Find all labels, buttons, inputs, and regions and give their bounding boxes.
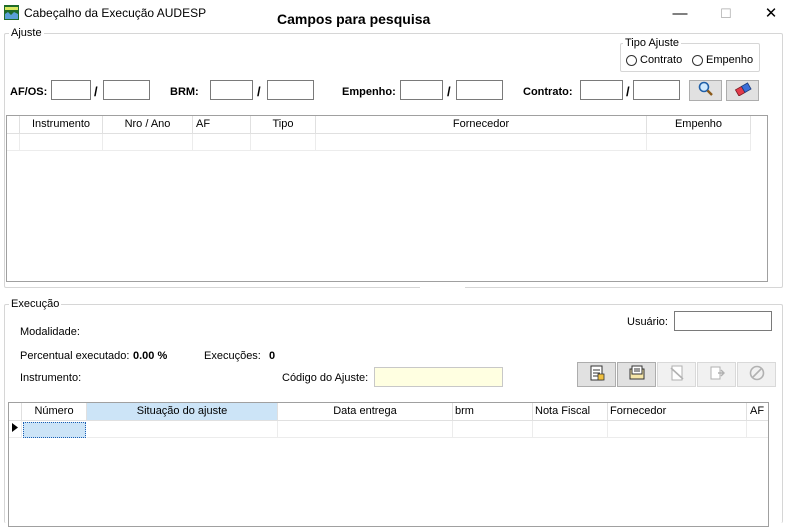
radio-contrato[interactable]: Contrato [626,54,682,66]
contrato-year-input[interactable] [633,80,680,100]
maximize-button[interactable]: ☐ [711,4,741,24]
clear-button[interactable] [726,80,759,101]
grid-header-indicator [9,403,22,421]
empenho-slash: / [447,84,451,99]
radio-contrato-label: Contrato [640,54,683,66]
column-header-af[interactable]: AF [193,116,251,134]
column-header-tipo[interactable]: Tipo [251,116,316,134]
column-header-nota-fiscal[interactable]: Nota Fiscal [533,403,608,421]
column-header-af[interactable]: AF [747,403,768,421]
table-cell[interactable] [608,421,747,438]
column-header-instrumento[interactable]: Instrumento [20,116,103,134]
execucao-group-label: Execução [9,298,62,310]
document-edit-icon [628,364,646,385]
execucoes-label: Execuções: [204,350,261,362]
title-bar: Cabeçalho da Execução AUDESP Campos para… [0,0,793,30]
new-execution-button[interactable] [577,362,616,387]
column-header-fornecedor[interactable]: Fornecedor [316,116,647,134]
document-export-icon [708,364,726,385]
codigo-ajuste-label: Código do Ajuste: [282,372,369,384]
document-delete-icon [668,364,686,385]
percentual-value: 0.00 % [133,350,168,362]
table-cell[interactable] [316,134,647,151]
magnifier-icon [697,81,715,100]
table-cell[interactable] [747,421,768,438]
row-indicator-cell [7,134,20,151]
close-button[interactable]: ✕ [756,4,786,24]
table-cell[interactable] [193,134,251,151]
table-cell[interactable] [87,421,278,438]
brm-label: BRM: [170,86,199,98]
column-header-empenho[interactable]: Empenho [647,116,751,134]
radio-empenho[interactable]: Empenho [692,54,753,66]
column-header-nro-ano[interactable]: Nro / Ano [103,116,193,134]
export-execution-button[interactable] [697,362,736,387]
column-header-data-entrega[interactable]: Data entrega [278,403,453,421]
instrumento-label: Instrumento: [20,372,82,384]
column-header-situacao[interactable]: Situação do ajuste [87,403,278,421]
empenho-year-input[interactable] [456,80,503,100]
splitter-grip[interactable] [420,284,465,288]
ajuste-group-label: Ajuste [9,27,44,39]
grid-header-indicator [7,116,20,134]
edit-execution-button[interactable] [617,362,656,387]
contrato-slash: / [626,84,630,99]
af-os-year-input[interactable] [103,80,150,100]
percentual-label: Percentual executado: [20,350,130,362]
af-os-label: AF/OS: [10,86,48,98]
current-row-arrow-icon [12,423,18,435]
usuario-input[interactable] [674,311,772,331]
modalidade-label: Modalidade: [20,326,80,338]
brm-slash: / [257,84,261,99]
brm-number-input[interactable] [210,80,253,100]
brm-year-input[interactable] [267,80,314,100]
radio-contrato-circle[interactable] [626,54,637,66]
table-cell[interactable] [251,134,316,151]
search-button[interactable] [689,80,722,101]
cancel-execution-button[interactable] [737,362,776,387]
column-header-fornecedor[interactable]: Fornecedor [608,403,747,421]
eraser-icon [734,82,752,99]
contrato-label: Contrato: [523,86,573,98]
column-header-brm[interactable]: brm [453,403,533,421]
minimize-button[interactable]: — [665,4,695,24]
delete-execution-button[interactable] [657,362,696,387]
radio-empenho-circle[interactable] [692,54,703,66]
app-logo-icon [4,5,19,20]
tipo-ajuste-label: Tipo Ajuste [623,37,682,49]
execucoes-value: 0 [269,350,276,362]
execucao-grid[interactable]: Número Situação do ajuste Data entrega b… [8,402,769,527]
row-indicator-cell [9,421,22,438]
column-header-numero[interactable]: Número [22,403,87,421]
empenho-label: Empenho: [342,86,396,98]
table-cell[interactable] [20,134,103,151]
search-fields-title: Campos para pesquisa [277,11,431,27]
af-os-number-input[interactable] [51,80,91,100]
table-cell[interactable] [533,421,608,438]
document-new-icon [588,364,606,385]
cancel-circle-icon [748,364,766,385]
empenho-number-input[interactable] [400,80,443,100]
ajuste-grid[interactable]: Instrumento Nro / Ano AF Tipo Fornecedor… [6,115,768,282]
table-cell[interactable] [647,134,751,151]
selected-table-cell[interactable] [23,422,86,438]
radio-empenho-label: Empenho [706,54,754,66]
window-title: Cabeçalho da Execução AUDESP [24,6,207,20]
contrato-number-input[interactable] [580,80,623,100]
table-cell[interactable] [453,421,533,438]
usuario-label: Usuário: [627,316,668,328]
codigo-ajuste-input[interactable] [374,367,503,387]
table-cell[interactable] [278,421,453,438]
table-cell[interactable] [103,134,193,151]
af-os-slash: / [94,84,98,99]
